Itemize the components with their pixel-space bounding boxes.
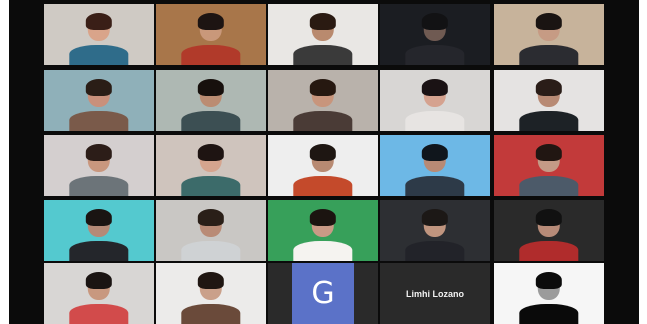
participant-tile[interactable]: Limhi Lozano [380, 263, 490, 324]
person-hair [535, 272, 563, 289]
participant-tile[interactable] [156, 70, 266, 131]
person-hair [85, 144, 113, 161]
person-silhouette [516, 11, 582, 65]
person-hair [421, 209, 449, 226]
person-silhouette [516, 142, 582, 196]
person-silhouette [178, 207, 244, 261]
person-body [69, 240, 129, 261]
person-silhouette [66, 270, 132, 324]
person-body [519, 303, 579, 324]
participant-tile[interactable] [494, 4, 604, 65]
person-silhouette [178, 270, 244, 324]
person-body [69, 44, 129, 65]
participant-tile[interactable] [494, 135, 604, 196]
participant-tile[interactable] [380, 70, 490, 131]
person-silhouette [290, 77, 356, 131]
person-hair [197, 144, 225, 161]
participant-tile[interactable] [494, 200, 604, 261]
person-hair [309, 79, 337, 96]
participant-tile[interactable] [268, 70, 378, 131]
person-body [519, 44, 579, 65]
participant-tile[interactable] [44, 4, 154, 65]
person-hair [421, 13, 449, 30]
person-silhouette [66, 11, 132, 65]
person-silhouette [290, 11, 356, 65]
participant-tile[interactable] [44, 200, 154, 261]
participant-tile[interactable] [156, 263, 266, 324]
person-silhouette [178, 77, 244, 131]
person-body [181, 240, 241, 261]
person-silhouette [290, 142, 356, 196]
person-hair [309, 144, 337, 161]
participant-tile[interactable] [380, 135, 490, 196]
person-body [181, 110, 241, 131]
participant-tile[interactable] [494, 70, 604, 131]
person-hair [535, 13, 563, 30]
participant-tile[interactable] [268, 200, 378, 261]
person-hair [197, 272, 225, 289]
person-body [519, 240, 579, 261]
person-silhouette [66, 77, 132, 131]
participant-tile[interactable] [494, 263, 604, 324]
person-hair [421, 79, 449, 96]
person-hair [197, 79, 225, 96]
participant-tile[interactable]: G [268, 263, 378, 324]
person-hair [85, 13, 113, 30]
video-gallery: G Limhi Lozano [9, 0, 639, 324]
participant-tile[interactable] [44, 135, 154, 196]
person-body [181, 303, 241, 324]
participant-tile[interactable] [268, 135, 378, 196]
person-hair [85, 272, 113, 289]
person-silhouette [178, 11, 244, 65]
person-hair [535, 79, 563, 96]
participant-tile[interactable] [156, 200, 266, 261]
participant-tile[interactable] [44, 70, 154, 131]
person-body [405, 110, 465, 131]
person-body [69, 303, 129, 324]
person-hair [85, 209, 113, 226]
participant-tile[interactable] [44, 263, 154, 324]
person-body [293, 110, 353, 131]
person-body [405, 240, 465, 261]
participant-tile[interactable] [156, 135, 266, 196]
person-body [519, 110, 579, 131]
person-hair [85, 79, 113, 96]
person-silhouette [516, 270, 582, 324]
person-silhouette [516, 77, 582, 131]
person-body [519, 175, 579, 196]
person-silhouette [66, 207, 132, 261]
participant-tile[interactable] [380, 200, 490, 261]
person-silhouette [402, 142, 468, 196]
person-body [405, 175, 465, 196]
person-silhouette [290, 207, 356, 261]
person-silhouette [402, 207, 468, 261]
person-hair [309, 13, 337, 30]
person-silhouette [402, 77, 468, 131]
person-body [69, 175, 129, 196]
person-hair [309, 209, 337, 226]
person-hair [535, 209, 563, 226]
person-body [69, 110, 129, 131]
participant-name-label: Limhi Lozano [406, 288, 464, 299]
person-body [181, 44, 241, 65]
participant-tile[interactable] [380, 4, 490, 65]
participant-avatar: G [292, 263, 354, 324]
person-silhouette [402, 11, 468, 65]
person-silhouette [516, 207, 582, 261]
person-body [293, 175, 353, 196]
person-hair [421, 144, 449, 161]
person-body [405, 44, 465, 65]
person-body [293, 240, 353, 261]
person-hair [535, 144, 563, 161]
person-hair [197, 13, 225, 30]
person-body [181, 175, 241, 196]
participant-tile[interactable] [268, 4, 378, 65]
person-silhouette [178, 142, 244, 196]
person-silhouette [66, 142, 132, 196]
participant-tile[interactable] [156, 4, 266, 65]
person-hair [197, 209, 225, 226]
person-body [293, 44, 353, 65]
